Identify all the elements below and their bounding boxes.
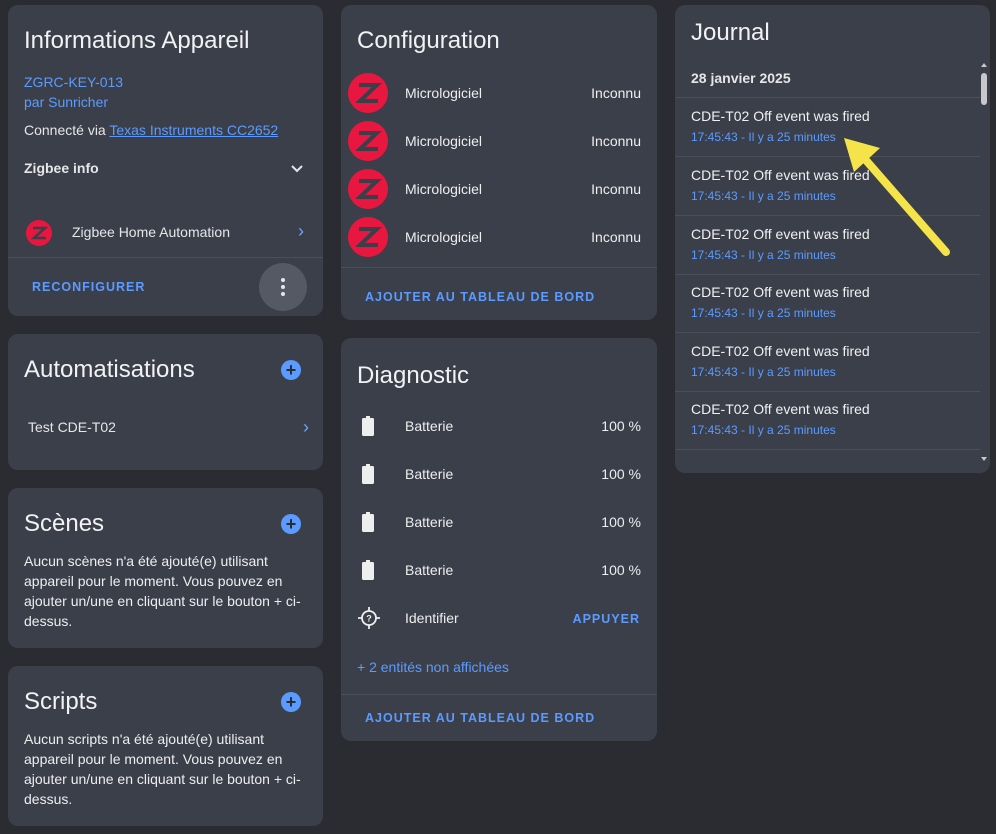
scenes-title: Scènes <box>24 510 105 537</box>
zigbee-logo-icon <box>348 73 388 113</box>
journal-entry-title: CDE-T02 Off event was fired <box>691 108 870 124</box>
config-row-label: Micrologiciel <box>405 181 483 197</box>
annotation-arrow-icon <box>844 138 950 256</box>
journal-entry[interactable]: CDE-T02 Off event was fired 17:45:43 - I… <box>675 333 980 392</box>
configuration-title: Configuration <box>357 27 500 54</box>
reconfigure-button[interactable]: RECONFIGURER <box>32 280 145 294</box>
battery-icon <box>362 512 374 532</box>
scenes-card: Scènes + Aucun scènes n'a été ajouté(e) … <box>8 488 323 648</box>
coordinator-link[interactable]: Texas Instruments CC2652 <box>109 122 278 138</box>
config-row[interactable]: Micrologiciel Inconnu <box>341 169 657 209</box>
identify-press-button[interactable]: APPUYER <box>573 612 640 626</box>
connected-via-prefix: Connecté via <box>24 122 106 138</box>
journal-scrollbar[interactable] <box>980 63 988 465</box>
journal-entry-title: CDE-T02 Off event was fired <box>691 343 870 359</box>
config-row-label: Micrologiciel <box>405 133 483 149</box>
add-to-dashboard-button[interactable]: AJOUTER AU TABLEAU DE BORD <box>365 711 595 725</box>
configuration-divider <box>341 267 657 268</box>
diagnostic-row-label: Batterie <box>405 466 454 482</box>
diagnostic-row-label: Batterie <box>405 562 454 578</box>
journal-entry-time: 17:45:43 - Il y a 25 minutes <box>691 130 836 144</box>
zigbee-info-label: Zigbee info <box>24 160 99 176</box>
config-row-value: Inconnu <box>591 181 641 197</box>
device-info-title: Informations Appareil <box>24 27 250 54</box>
diagnostic-row[interactable]: Batterie 100 % <box>341 462 657 486</box>
add-to-dashboard-button[interactable]: AJOUTER AU TABLEAU DE BORD <box>365 290 595 304</box>
config-row-label: Micrologiciel <box>405 229 483 245</box>
scenes-empty-text: Aucun scènes n'a été ajouté(e) utilisant… <box>24 553 301 629</box>
journal-entry[interactable]: CDE-T02 Off event was fired 17:45:43 - I… <box>675 391 980 450</box>
automation-item[interactable]: Test CDE-T02 › <box>28 417 309 441</box>
scripts-title: Scripts <box>24 688 98 715</box>
config-row-value: Inconnu <box>591 229 641 245</box>
diagnostic-row-label: Batterie <box>405 514 454 530</box>
chevron-right-icon: › <box>298 221 304 241</box>
integration-label: Zigbee Home Automation <box>72 224 230 240</box>
crosshairs-question-icon: ? <box>358 607 380 629</box>
automations-card: Automatisations + Test CDE-T02 › <box>8 334 323 470</box>
zigbee-info-toggle[interactable]: Zigbee info <box>24 160 304 180</box>
add-automation-button[interactable]: + <box>281 360 301 380</box>
scroll-up-arrow[interactable] <box>981 63 987 67</box>
journal-entry-time: 17:45:43 - Il y a 25 minutes <box>691 365 836 379</box>
diagnostic-row[interactable]: Batterie 100 % <box>341 414 657 438</box>
battery-icon <box>362 416 374 436</box>
battery-icon <box>362 560 374 580</box>
diagnostic-row[interactable]: Batterie 100 % <box>341 558 657 582</box>
scripts-card: Scripts + Aucun scripts n'a été ajouté(e… <box>8 666 323 826</box>
journal-entry-title: CDE-T02 Off event was fired <box>691 401 870 417</box>
zigbee-logo-icon <box>348 121 388 161</box>
battery-icon <box>362 464 374 484</box>
zigbee-logo-icon <box>26 220 52 246</box>
integration-row[interactable]: Zigbee Home Automation › <box>24 217 304 247</box>
chevron-down-icon <box>291 165 303 173</box>
configuration-card: Configuration Micrologiciel Inconnu Micr… <box>341 5 657 320</box>
config-row[interactable]: Micrologiciel Inconnu <box>341 73 657 113</box>
more-vertical-icon <box>281 278 285 296</box>
journal-entry[interactable]: CDE-T02 Off event was fired 17:45:43 - I… <box>675 274 980 333</box>
scrollbar-thumb[interactable] <box>981 73 987 105</box>
identify-label: Identifier <box>405 610 459 626</box>
config-row-label: Micrologiciel <box>405 85 483 101</box>
more-options-button[interactable] <box>259 263 307 311</box>
connected-via: Connecté via Texas Instruments CC2652 <box>24 122 278 138</box>
journal-entry-title: CDE-T02 Off event was fired <box>691 284 870 300</box>
device-info-card: Informations Appareil ZGRC-KEY-013 par S… <box>8 5 323 316</box>
hidden-entities-link[interactable]: + 2 entités non affichées <box>357 659 509 675</box>
diagnostic-row-value: 100 % <box>601 466 641 482</box>
chevron-right-icon: › <box>303 417 309 437</box>
scripts-empty-text: Aucun scripts n'a été ajouté(e) utilisan… <box>24 731 301 807</box>
config-row[interactable]: Micrologiciel Inconnu <box>341 121 657 161</box>
svg-text:?: ? <box>366 614 372 624</box>
diagnostic-card: Diagnostic Batterie 100 % Batterie 100 %… <box>341 338 657 741</box>
zigbee-logo-icon <box>348 217 388 257</box>
scroll-down-arrow[interactable] <box>981 457 987 461</box>
diagnostic-row-value: 100 % <box>601 418 641 434</box>
journal-entry-time: 17:45:43 - Il y a 25 minutes <box>691 423 836 437</box>
config-row[interactable]: Micrologiciel Inconnu <box>341 217 657 257</box>
device-model: ZGRC-KEY-013 <box>24 74 124 90</box>
journal-date: 28 janvier 2025 <box>691 70 791 86</box>
device-manufacturer: par Sunricher <box>24 94 109 110</box>
automation-item-label: Test CDE-T02 <box>28 419 116 435</box>
diagnostic-row-value: 100 % <box>601 562 641 578</box>
add-script-button[interactable]: + <box>281 692 301 712</box>
journal-title: Journal <box>691 19 770 46</box>
journal-entry-time: 17:45:43 - Il y a 25 minutes <box>691 248 836 262</box>
diagnostic-divider <box>341 694 657 695</box>
config-row-value: Inconnu <box>591 85 641 101</box>
zigbee-logo-icon <box>348 169 388 209</box>
journal-entry-time: 17:45:43 - Il y a 25 minutes <box>691 189 836 203</box>
diagnostic-row-value: 100 % <box>601 514 641 530</box>
device-info-divider <box>8 257 323 258</box>
automations-title: Automatisations <box>24 356 195 383</box>
journal-entry-time: 17:45:43 - Il y a 25 minutes <box>691 306 836 320</box>
diagnostic-title: Diagnostic <box>357 362 470 389</box>
identify-row: ? Identifier APPUYER <box>341 606 657 630</box>
add-scene-button[interactable]: + <box>281 514 301 534</box>
diagnostic-row[interactable]: Batterie 100 % <box>341 510 657 534</box>
config-row-value: Inconnu <box>591 133 641 149</box>
diagnostic-row-label: Batterie <box>405 418 454 434</box>
